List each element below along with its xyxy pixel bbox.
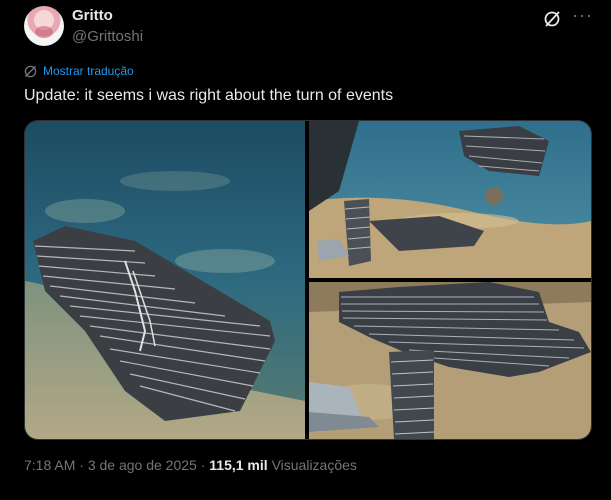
translate-link[interactable]: Mostrar tradução bbox=[24, 64, 134, 78]
meta-separator-2: · bbox=[200, 457, 206, 473]
translate-label: Mostrar tradução bbox=[43, 64, 134, 78]
views-label: Visualizações bbox=[271, 457, 357, 473]
tweet-meta: 7:18 AM · 3 de ago de 2025 · 115,1 mil V… bbox=[24, 457, 357, 473]
tweet-time[interactable]: 7:18 AM bbox=[24, 457, 75, 473]
more-icon[interactable]: ··· bbox=[572, 5, 593, 26]
photo-sculpture-closeup[interactable] bbox=[309, 282, 591, 439]
handle[interactable]: @Grittoshi bbox=[72, 28, 143, 45]
photo-sculpture-on-shore[interactable] bbox=[309, 121, 591, 278]
avatar[interactable] bbox=[24, 6, 64, 46]
views-count: 115,1 mil bbox=[209, 457, 268, 473]
tweet-text: Update: it seems i was right about the t… bbox=[24, 87, 394, 104]
tweet-date[interactable]: 3 de ago de 2025 bbox=[88, 457, 197, 473]
photo-sculpture-in-water[interactable] bbox=[25, 121, 305, 439]
display-name[interactable]: Gritto bbox=[72, 7, 113, 24]
media-grid bbox=[24, 120, 592, 440]
meta-separator: · bbox=[79, 457, 84, 473]
grok-icon[interactable] bbox=[543, 10, 561, 28]
globe-icon bbox=[24, 65, 37, 77]
